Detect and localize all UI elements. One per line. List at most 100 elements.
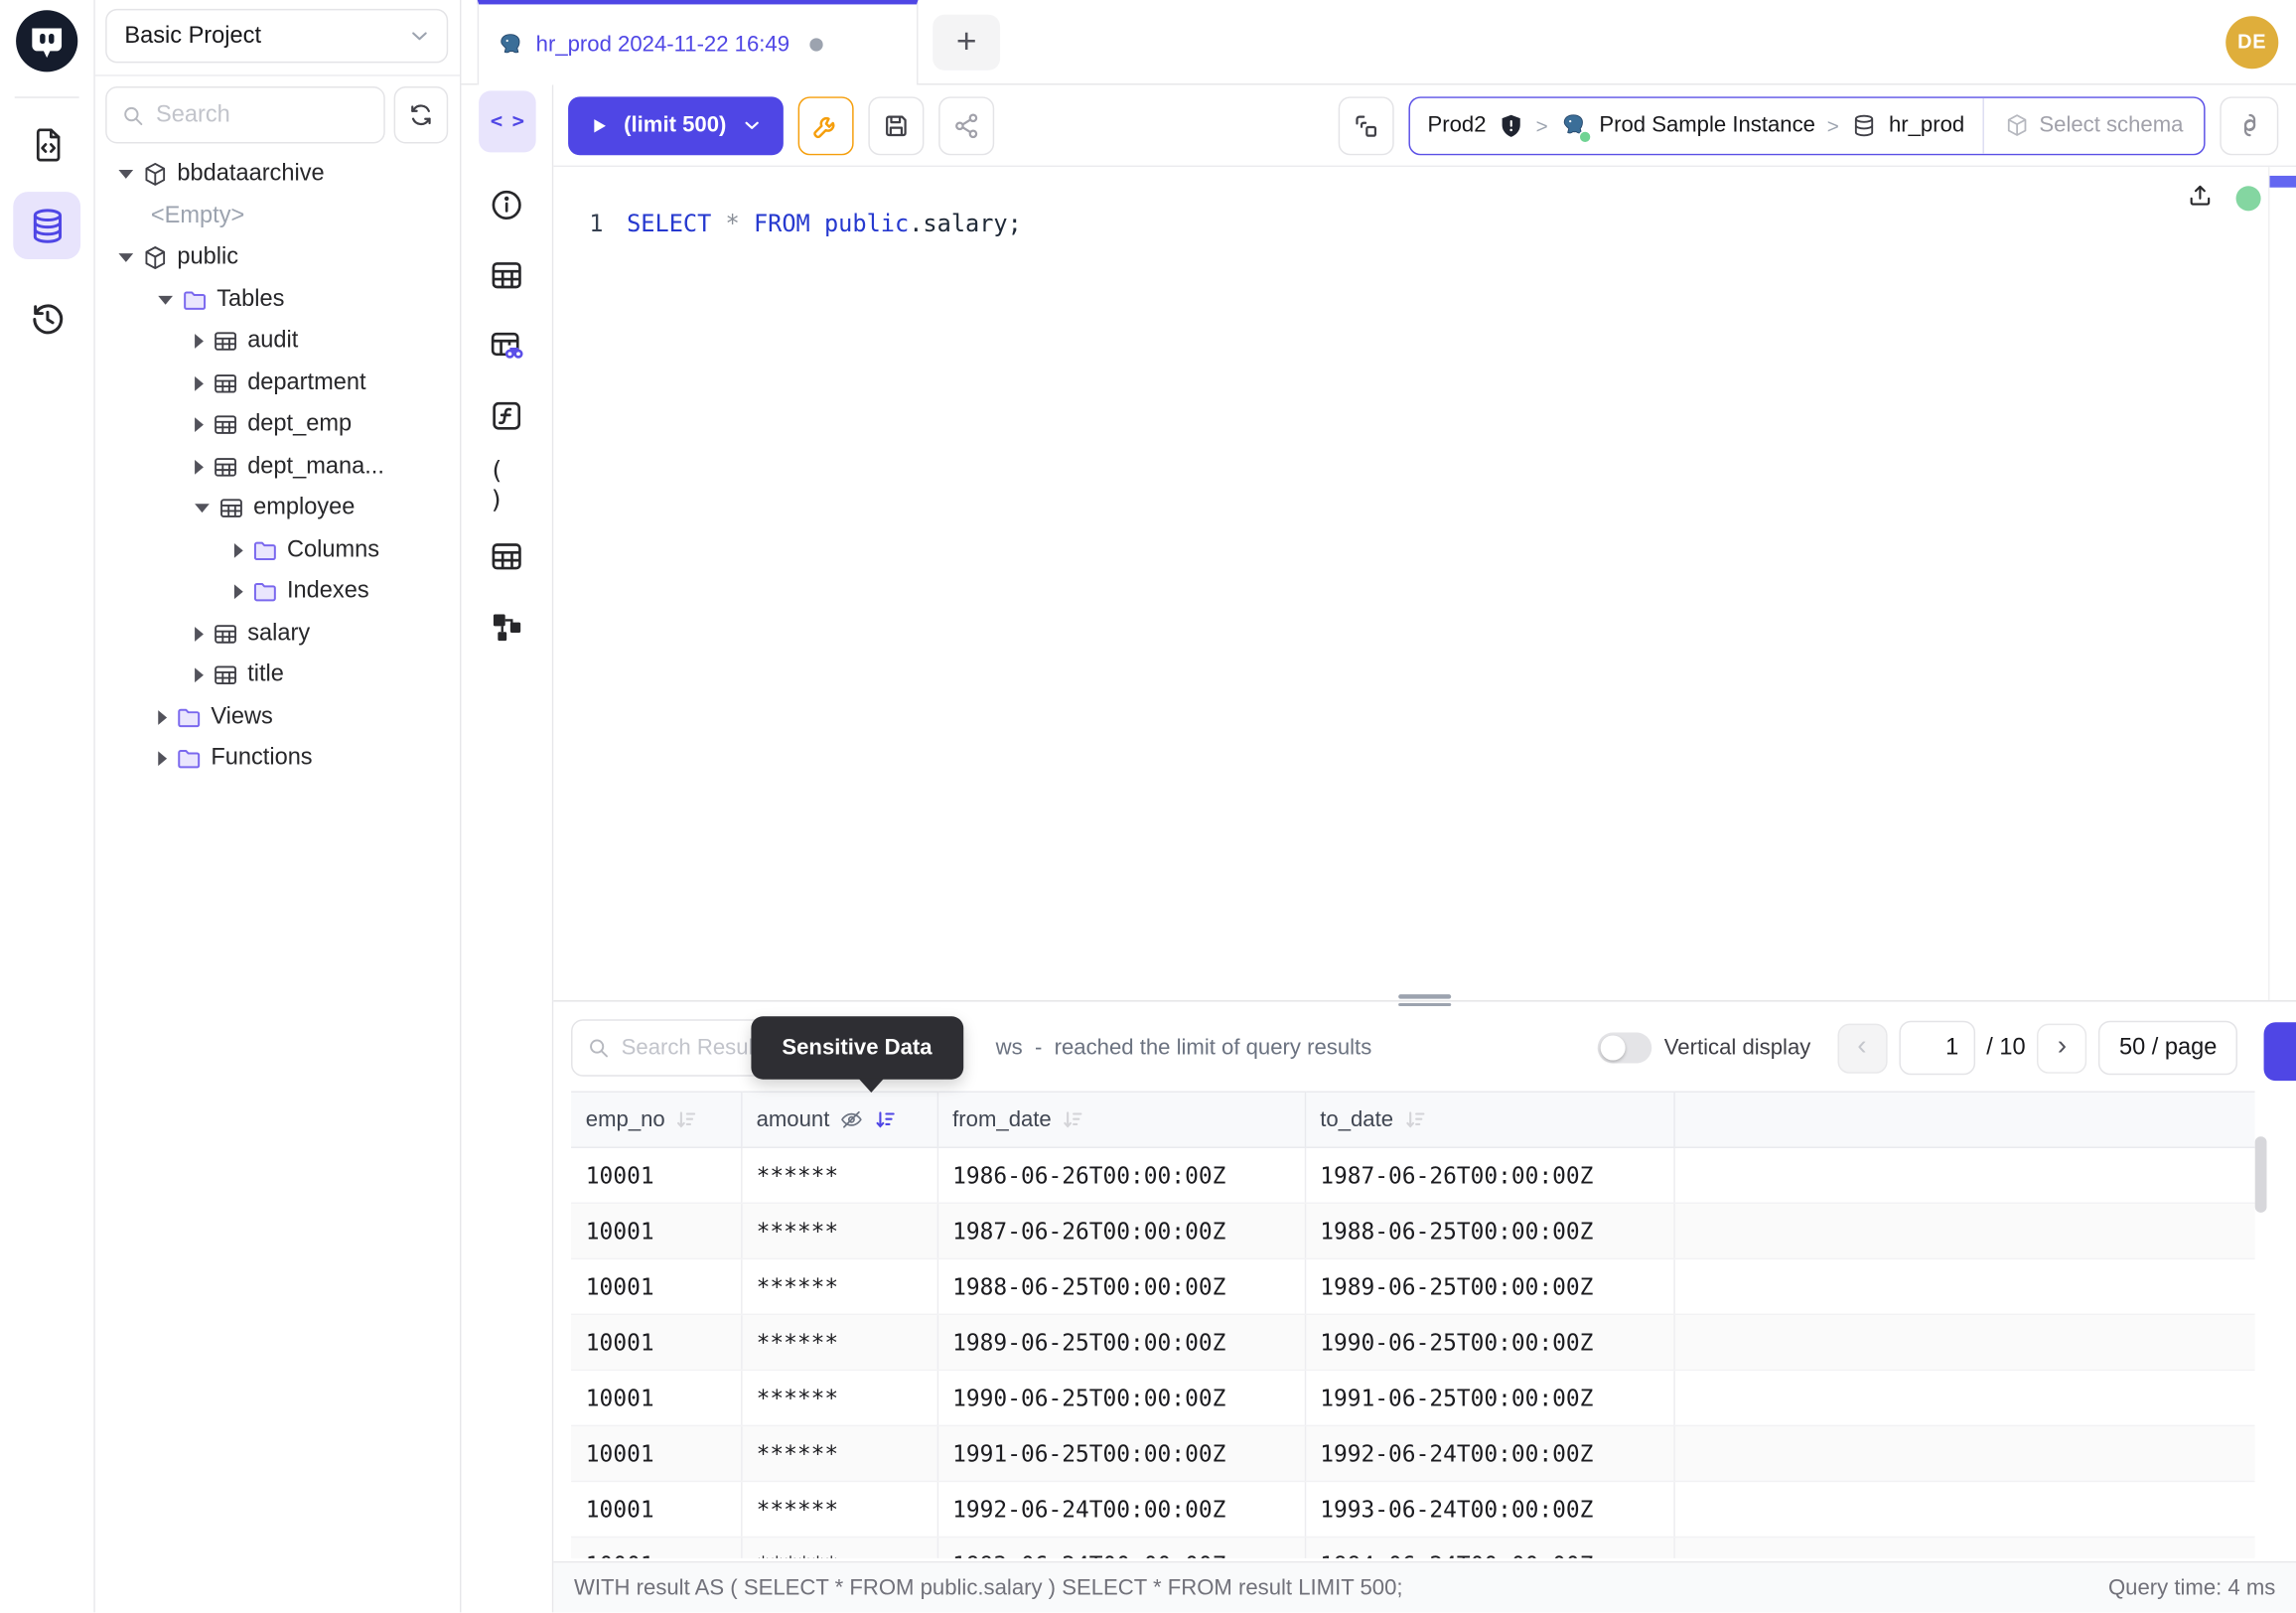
- select-schema-button[interactable]: Select schema: [1982, 97, 2204, 153]
- tree-item[interactable]: department: [95, 363, 460, 404]
- caret-icon[interactable]: [195, 627, 204, 642]
- tree-item-label: bbdataarchive: [177, 162, 324, 189]
- sidebar-search[interactable]: [105, 86, 385, 144]
- tables-panel-icon[interactable]: [489, 258, 523, 293]
- panel-resize-handle[interactable]: [1398, 994, 1451, 1006]
- refresh-button[interactable]: [394, 86, 449, 144]
- tree-item-label: public: [177, 245, 238, 272]
- table-row[interactable]: 10001 ****** 1989-06-25T00:00:00Z 1990-0…: [571, 1314, 2255, 1370]
- executed-query-text: WITH result AS ( SELECT * FROM public.sa…: [574, 1575, 1403, 1600]
- functions-panel-icon[interactable]: [489, 398, 523, 433]
- caret-icon[interactable]: [118, 253, 133, 262]
- table-row[interactable]: 10001 ****** 1990-06-25T00:00:00Z 1991-0…: [571, 1370, 2255, 1425]
- sort-icon[interactable]: [872, 1107, 897, 1132]
- cell-emp-no: 10001: [571, 1203, 741, 1258]
- new-tab-button[interactable]: +: [933, 14, 1000, 70]
- caret-icon[interactable]: [195, 460, 204, 475]
- database-nav-active[interactable]: [13, 192, 80, 259]
- sort-icon[interactable]: [1061, 1107, 1085, 1132]
- format-sql-button[interactable]: [798, 96, 854, 155]
- table-row[interactable]: 10001 ****** 1992-06-24T00:00:00Z 1993-0…: [571, 1481, 2255, 1537]
- tree-item[interactable]: bbdataarchive: [95, 154, 460, 196]
- connection-button[interactable]: [1339, 96, 1394, 155]
- tree-item[interactable]: dept_mana...: [95, 446, 460, 488]
- column-header[interactable]: to_date: [1305, 1092, 1674, 1147]
- caret-icon[interactable]: [118, 170, 133, 179]
- share-sheet-button[interactable]: [938, 96, 994, 155]
- sql-editor[interactable]: 1 SELECT * FROM public.salary;: [553, 167, 2296, 1000]
- connection-breadcrumb[interactable]: Prod2 > Prod Sample Instance > hr_prod: [1408, 96, 2205, 155]
- sql-token: [810, 210, 824, 237]
- tab-hr-prod[interactable]: hr_prod 2024-11-22 16:49: [478, 0, 919, 85]
- sidebar-search-input[interactable]: [156, 101, 369, 128]
- caret-icon[interactable]: [158, 710, 167, 725]
- tree-item[interactable]: dept_emp: [95, 404, 460, 446]
- tree-item[interactable]: title: [95, 655, 460, 696]
- row-limit-text: ws - reached the limit of query results: [996, 1035, 1372, 1060]
- cell-amount-masked: ******: [741, 1258, 937, 1314]
- schema-diagram-icon[interactable]: [489, 609, 523, 644]
- tree-item[interactable]: Columns: [95, 529, 460, 571]
- page-number-input[interactable]: 1: [1899, 1021, 1975, 1076]
- caret-icon[interactable]: [158, 295, 173, 304]
- column-header-filler: [1673, 1092, 2254, 1147]
- procedures-panel-icon[interactable]: ( ): [489, 469, 523, 504]
- code-line: 1 SELECT * FROM public.salary;: [553, 167, 2296, 240]
- table-row[interactable]: 10001 ****** 1988-06-25T00:00:00Z 1989-0…: [571, 1258, 2255, 1314]
- database-label: hr_prod: [1889, 113, 1964, 138]
- prev-page-button[interactable]: ‹: [1837, 1023, 1887, 1073]
- pagination: ‹ 1 / 10 › 50 / page: [1837, 1021, 2237, 1076]
- eye-off-icon[interactable]: [838, 1107, 863, 1132]
- connection-path[interactable]: Prod2 > Prod Sample Instance > hr_prod: [1410, 97, 1982, 153]
- column-header[interactable]: from_date: [937, 1092, 1305, 1147]
- results-scrollbar-thumb[interactable]: [2255, 1136, 2267, 1213]
- page-size-select[interactable]: 50 / page: [2098, 1021, 2237, 1076]
- caret-icon[interactable]: [195, 335, 204, 350]
- tree-item[interactable]: Tables: [95, 279, 460, 321]
- history-nav-icon[interactable]: [0, 299, 95, 339]
- next-page-button[interactable]: ›: [2037, 1023, 2086, 1073]
- tree-item[interactable]: audit: [95, 321, 460, 363]
- tree-item[interactable]: Functions: [95, 738, 460, 780]
- caret-icon[interactable]: [234, 585, 243, 600]
- table-row[interactable]: 10001 ****** 1993-06-24T00:00:00Z 1994-0…: [571, 1537, 2255, 1557]
- export-button-cutoff[interactable]: [2264, 1022, 2296, 1081]
- save-sheet-button[interactable]: [868, 96, 924, 155]
- sql-editor-tab-active[interactable]: < >: [478, 90, 535, 152]
- sort-icon[interactable]: [1402, 1107, 1427, 1132]
- caret-icon[interactable]: [195, 668, 204, 683]
- tree-item[interactable]: salary: [95, 613, 460, 655]
- run-query-button[interactable]: (limit 500): [568, 96, 784, 155]
- tree-item-label: Columns: [287, 537, 379, 564]
- project-select[interactable]: Basic Project: [105, 9, 448, 64]
- app: Basic Project: [0, 0, 2296, 1612]
- column-header[interactable]: emp_no: [571, 1092, 741, 1147]
- tree-item[interactable]: employee: [95, 488, 460, 529]
- tree-item[interactable]: Indexes: [95, 571, 460, 613]
- caret-icon[interactable]: [234, 543, 243, 558]
- tree-item[interactable]: <Empty>: [95, 196, 460, 237]
- table-row[interactable]: 10001 ****** 1986-06-26T00:00:00Z 1987-0…: [571, 1147, 2255, 1203]
- caret-icon[interactable]: [158, 752, 167, 767]
- ai-assistant-button[interactable]: [2220, 96, 2278, 155]
- bytebase-logo-icon[interactable]: [15, 9, 79, 73]
- info-icon[interactable]: [489, 188, 523, 222]
- tree-item[interactable]: Views: [95, 696, 460, 738]
- caret-icon[interactable]: [195, 505, 210, 513]
- tree-node-icon: [213, 412, 239, 439]
- tree-item-label: title: [247, 662, 284, 689]
- table-row[interactable]: 10001 ****** 1991-06-25T00:00:00Z 1992-0…: [571, 1425, 2255, 1481]
- table-row[interactable]: 10001 ****** 1987-06-26T00:00:00Z 1988-0…: [571, 1203, 2255, 1258]
- caret-icon[interactable]: [195, 418, 204, 433]
- tree-node-icon: [252, 537, 279, 564]
- sensitive-data-panel-icon[interactable]: [489, 328, 523, 363]
- sort-icon[interactable]: [674, 1107, 699, 1132]
- user-avatar[interactable]: DE: [2225, 15, 2278, 68]
- caret-icon[interactable]: [195, 376, 204, 391]
- upload-sheet-icon[interactable]: [2186, 182, 2214, 210]
- column-header[interactable]: amount: [741, 1092, 937, 1147]
- external-tables-panel-icon[interactable]: [489, 539, 523, 574]
- tree-item[interactable]: public: [95, 237, 460, 279]
- worksheets-nav-icon[interactable]: [0, 126, 95, 164]
- vertical-display-toggle[interactable]: [1597, 1033, 1651, 1064]
